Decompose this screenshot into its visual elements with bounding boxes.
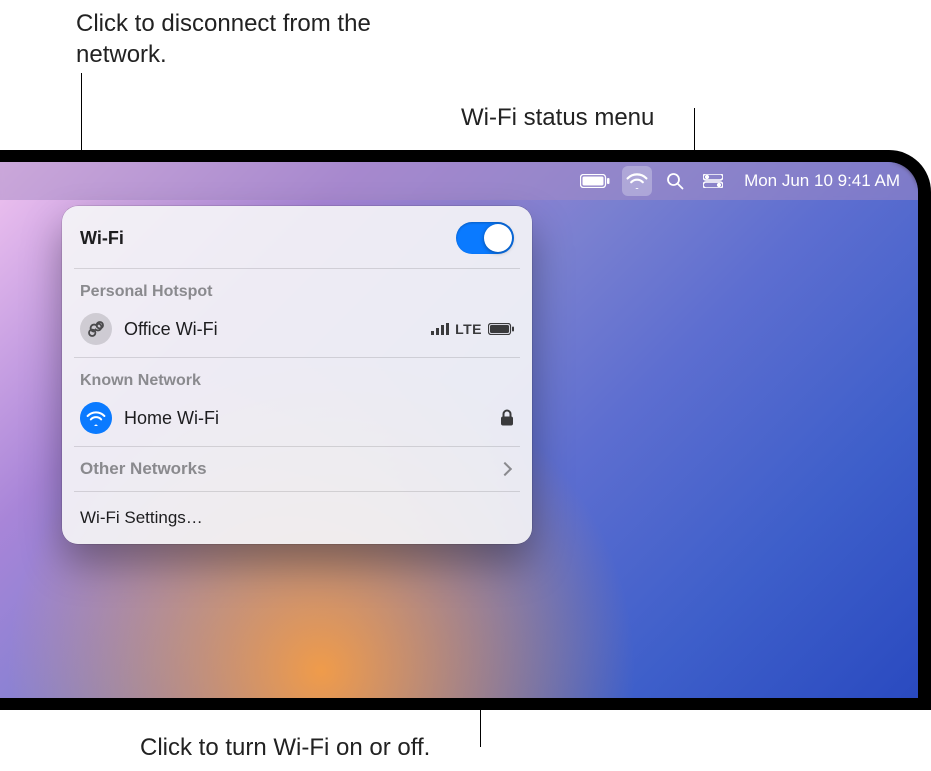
wifi-status-menu-icon[interactable] [622, 166, 652, 196]
callout-toggle: Click to turn Wi-Fi on or off. [140, 732, 430, 763]
cellular-signal-icon [431, 323, 449, 335]
callout-disconnect: Click to disconnect from the network. [76, 8, 376, 70]
known-network-row[interactable]: Home Wi-Fi [62, 394, 532, 442]
wifi-toggle[interactable] [456, 222, 514, 254]
menubar: Mon Jun 10 9:41 AM [0, 162, 918, 200]
other-networks-label: Other Networks [80, 459, 488, 479]
known-network-name: Home Wi-Fi [124, 408, 488, 429]
wifi-connected-icon [80, 402, 112, 434]
divider [74, 357, 520, 358]
hotspot-row[interactable]: Office Wi-Fi LTE [62, 305, 532, 353]
callout-status-menu: Wi-Fi status menu [461, 102, 654, 133]
menubar-clock[interactable]: Mon Jun 10 9:41 AM [736, 166, 904, 196]
lock-icon [500, 409, 514, 427]
hotspot-band: LTE [455, 321, 482, 337]
divider [74, 268, 520, 269]
divider [74, 446, 520, 447]
wifi-title: Wi-Fi [80, 228, 444, 249]
wifi-popover: Wi-Fi Personal Hotspot Office Wi-Fi [62, 206, 532, 544]
battery-icon[interactable] [576, 166, 614, 196]
section-title-known: Known Network [62, 362, 532, 394]
hotspot-icon [80, 313, 112, 345]
desktop: Mon Jun 10 9:41 AM Wi-Fi Personal Hotspo… [0, 162, 918, 698]
section-title-hotspot: Personal Hotspot [62, 273, 532, 305]
wifi-toggle-knob [484, 224, 512, 252]
hotspot-battery-icon [488, 323, 514, 335]
chevron-right-icon [498, 462, 512, 476]
hotspot-status: LTE [431, 321, 514, 337]
wifi-popover-header: Wi-Fi [62, 212, 532, 264]
spotlight-search-icon[interactable] [660, 166, 690, 196]
wifi-settings-link[interactable]: Wi-Fi Settings… [62, 496, 532, 540]
hotspot-name: Office Wi-Fi [124, 319, 419, 340]
divider [74, 491, 520, 492]
control-center-icon[interactable] [698, 166, 728, 196]
laptop-frame: Mon Jun 10 9:41 AM Wi-Fi Personal Hotspo… [0, 150, 931, 710]
other-networks-row[interactable]: Other Networks [62, 451, 532, 487]
